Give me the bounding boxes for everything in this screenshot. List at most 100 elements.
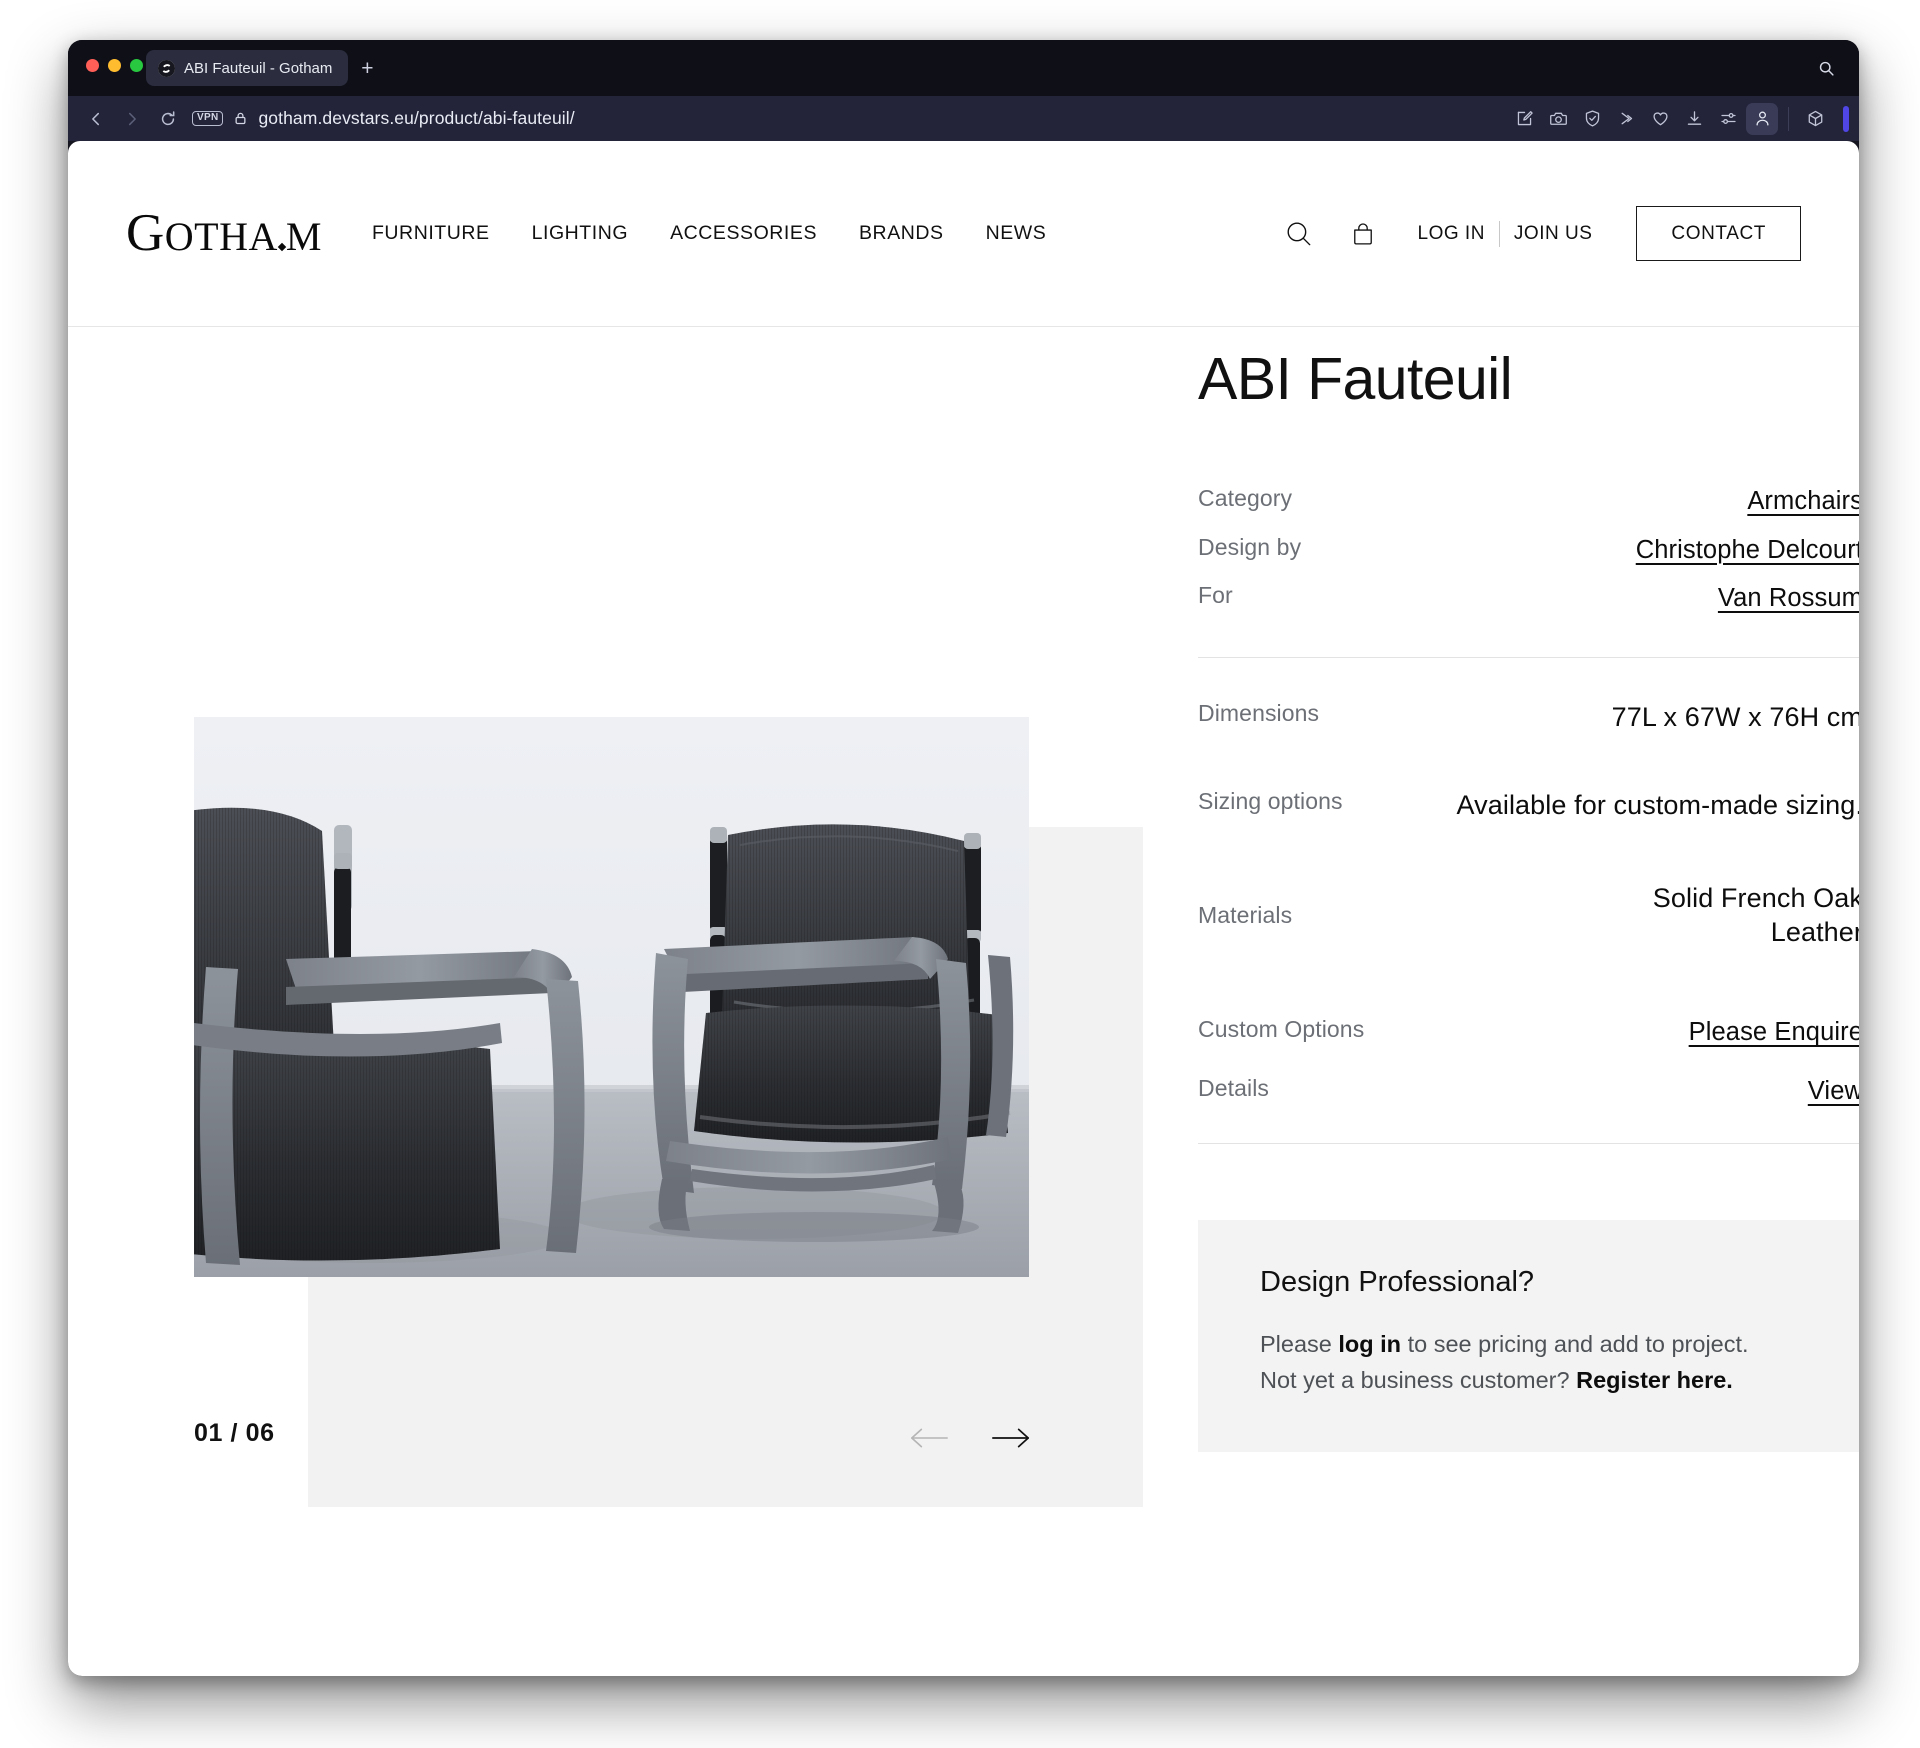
nav-item-lighting[interactable]: LIGHTING <box>532 222 629 245</box>
spec-label: Dimensions <box>1198 699 1320 726</box>
log-in-link[interactable]: log in <box>1338 1331 1401 1357</box>
site-header: G OTH A M FURNITURE LIGHTING ACCESSORIES BR… <box>68 141 1859 327</box>
spec-list-main: Dimensions 77L x 67W x 76H cm Sizing opt… <box>1198 684 1859 966</box>
nav-item-furniture[interactable]: FURNITURE <box>372 222 490 245</box>
spec-row-designer: Design by Christophe Delcourt <box>1198 526 1859 575</box>
design-professional-card: Design Professional? Please log in to se… <box>1198 1220 1859 1452</box>
window-controls[interactable] <box>86 59 143 72</box>
brand-logo-dot-icon <box>277 242 287 252</box>
spec-value-custom-options-link[interactable]: Please Enquire <box>1689 1016 1859 1049</box>
brand-logo[interactable]: G OTH A M <box>126 207 322 260</box>
info-card-line-2: Not yet a business customer? Register he… <box>1260 1363 1801 1398</box>
info-card-line-1: Please log in to see pricing and add to … <box>1260 1327 1801 1362</box>
lock-icon <box>233 111 248 126</box>
heart-icon[interactable] <box>1644 103 1676 135</box>
new-tab-button[interactable]: + <box>352 53 382 83</box>
spec-label: Materials <box>1198 901 1293 928</box>
spec-label: Details <box>1198 1074 1270 1101</box>
contact-button[interactable]: CONTACT <box>1636 206 1801 261</box>
brand-logo-m: M <box>285 214 322 259</box>
back-arrow-icon[interactable] <box>80 103 112 135</box>
login-link[interactable]: LOG IN <box>1404 223 1499 245</box>
annotate-icon[interactable] <box>1508 103 1540 135</box>
arrow-right-icon[interactable] <box>990 1417 1032 1459</box>
spec-label: Sizing options <box>1198 788 1343 815</box>
main-navigation: FURNITURE LIGHTING ACCESSORIES BRANDS NE… <box>372 222 1276 245</box>
browser-titlebar: ABI Fauteuil - Gotham + <box>68 40 1859 96</box>
product-gallery: 01 / 06 <box>68 327 1143 1675</box>
spec-value-dimensions: 77L x 67W x 76H cm <box>1611 701 1859 732</box>
browser-tab[interactable]: ABI Fauteuil - Gotham <box>146 50 349 86</box>
forward-arrow-icon[interactable] <box>116 103 148 135</box>
sliders-icon[interactable] <box>1712 103 1744 135</box>
spec-row-custom-options: Custom Options Please Enquire <box>1198 1008 1859 1057</box>
arrow-left-icon[interactable] <box>908 1417 950 1459</box>
address-bar[interactable]: VPN gotham.devstars.eu/product/abi-faute… <box>192 108 1508 129</box>
spec-row-dimensions: Dimensions 77L x 67W x 76H cm <box>1198 684 1859 751</box>
download-icon[interactable] <box>1678 103 1710 135</box>
brand-logo-a: A <box>248 214 278 259</box>
spec-row-details: Details View <box>1198 1067 1859 1116</box>
navigation-buttons <box>80 103 184 135</box>
screenshot-camera-icon[interactable] <box>1542 103 1574 135</box>
spec-value-details-link[interactable]: View <box>1808 1075 1859 1108</box>
info-card-title: Design Professional? <box>1260 1266 1535 1299</box>
nav-item-accessories[interactable]: ACCESSORIES <box>670 222 817 245</box>
url-text: gotham.devstars.eu/product/abi-fauteuil/ <box>258 108 575 128</box>
spec-value-designer-link[interactable]: Christophe Delcourt <box>1636 534 1859 567</box>
product-photo-illustration <box>194 717 1029 1277</box>
toolbar-divider <box>1788 106 1789 131</box>
product-details: ABI Fauteuil Category Armchairs Design b… <box>1198 327 1859 1452</box>
info-line2-prefix: Not yet a business customer? <box>1260 1366 1577 1393</box>
tab-favicon-icon <box>158 59 175 77</box>
minimize-window-button[interactable] <box>108 59 121 72</box>
tab-strip: ABI Fauteuil - Gotham + <box>146 50 382 86</box>
join-us-link[interactable]: JOIN US <box>1500 223 1606 245</box>
sidebar-accent-indicator[interactable] <box>1843 105 1849 132</box>
shopping-bag-icon[interactable] <box>1340 211 1386 257</box>
nav-item-brands[interactable]: BRANDS <box>859 222 944 245</box>
browser-toolbar: VPN gotham.devstars.eu/product/abi-faute… <box>68 96 1859 141</box>
search-icon[interactable] <box>1276 211 1322 257</box>
spec-divider <box>1198 1143 1859 1145</box>
spec-label: Custom Options <box>1198 1016 1365 1042</box>
shield-check-icon[interactable] <box>1576 103 1608 135</box>
spec-divider <box>1198 656 1859 658</box>
spec-row-sizing: Sizing options Available for custom-made… <box>1198 772 1859 839</box>
toolbar-extension-icons <box>1508 102 1851 135</box>
spec-list-top: Category Armchairs Design by Christophe … <box>1198 477 1859 623</box>
register-here-link[interactable]: Register here. <box>1576 1367 1733 1393</box>
maximize-window-button[interactable] <box>130 59 143 72</box>
close-window-button[interactable] <box>86 59 99 72</box>
search-icon[interactable] <box>1813 55 1839 81</box>
gallery-counter: 01 / 06 <box>194 1419 275 1447</box>
spec-value-category-link[interactable]: Armchairs <box>1747 485 1859 518</box>
spec-value-sizing: Available for custom-made sizing. <box>1456 790 1859 821</box>
send-to-device-icon[interactable] <box>1610 103 1642 135</box>
product-section: 01 / 06 ABI Fauteuil Category Armchairs … <box>68 327 1859 1675</box>
spec-value-brand-link[interactable]: Van Rossum <box>1718 582 1859 615</box>
nav-item-news[interactable]: NEWS <box>986 222 1047 245</box>
product-photo[interactable] <box>194 717 1029 1277</box>
header-actions: LOG IN JOIN US CONTACT <box>1276 206 1801 261</box>
gallery-navigation <box>908 1417 1032 1459</box>
extension-cube-icon[interactable] <box>1799 103 1831 135</box>
tab-title: ABI Fauteuil - Gotham <box>184 59 333 77</box>
spec-label: Category <box>1198 484 1293 511</box>
info-line1-prefix: Please <box>1260 1331 1339 1358</box>
spec-row-materials: Materials Solid French Oak Leather <box>1198 865 1859 966</box>
spec-label: For <box>1198 582 1233 609</box>
spec-row-brand: For Van Rossum <box>1198 574 1859 623</box>
account-person-icon[interactable] <box>1746 102 1778 135</box>
brand-logo-g: G <box>126 204 165 262</box>
browser-window: ABI Fauteuil - Gotham + VPN gotham.devst… <box>68 40 1859 1676</box>
spec-row-category: Category Armchairs <box>1198 477 1859 526</box>
spec-list-bottom: Custom Options Please Enquire Details Vi… <box>1198 1008 1859 1115</box>
spec-value-materials: Solid French Oak Leather <box>1652 882 1859 948</box>
brand-logo-oth: OTH <box>164 214 249 259</box>
info-line1-suffix: to see pricing and add to project. <box>1401 1331 1749 1358</box>
page-title: ABI Fauteuil <box>1198 346 1513 412</box>
reload-icon[interactable] <box>152 103 184 135</box>
vpn-badge: VPN <box>192 111 224 126</box>
spec-label: Design by <box>1198 533 1302 560</box>
